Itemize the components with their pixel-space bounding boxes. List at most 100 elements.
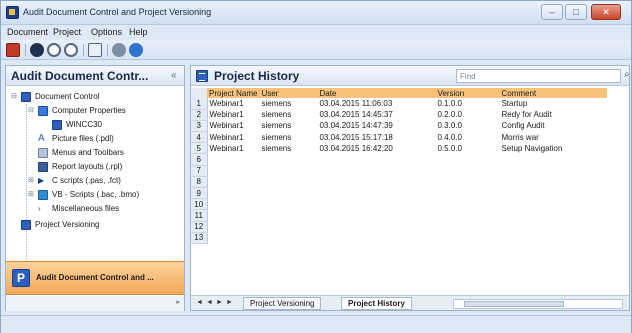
table-row[interactable]: 2 Webinar1 siemens 03.04.2015 14:45:37 0…: [191, 109, 607, 121]
empty-cell[interactable]: [207, 199, 607, 210]
table-row[interactable]: 12: [191, 221, 607, 233]
table-row[interactable]: 3 Webinar1 siemens 03.04.2015 14:47:39 0…: [191, 120, 607, 133]
row-number[interactable]: 2: [191, 109, 208, 121]
close-button[interactable]: ✕: [591, 4, 621, 20]
collapse-panel-icon[interactable]: «: [171, 70, 177, 81]
cell-project-name[interactable]: Webinar1: [207, 98, 259, 109]
row-number[interactable]: 1: [191, 98, 208, 110]
menu-options[interactable]: Options: [91, 27, 122, 37]
cell-user[interactable]: siemens: [259, 109, 317, 120]
cell-version[interactable]: 0.1.0.0: [435, 98, 499, 109]
column-header[interactable]: Project Name: [207, 88, 260, 98]
cell-date[interactable]: 03.04.2015 14:45:37: [317, 109, 435, 120]
cell-version[interactable]: 0.3.0.0: [435, 120, 499, 131]
cell-user[interactable]: siemens: [259, 98, 317, 109]
table-row[interactable]: 4 Webinar1 siemens 03.04.2015 15:17:18 0…: [191, 131, 607, 144]
first-sheet-arrow[interactable]: ◄: [196, 299, 203, 306]
table-row[interactable]: 11: [191, 209, 607, 222]
menu-project[interactable]: Project: [53, 27, 81, 37]
cell-comment[interactable]: Config Audit: [499, 120, 607, 131]
row-number[interactable]: 3: [191, 120, 208, 133]
cell-date[interactable]: 03.04.2015 11:06:03: [317, 98, 435, 109]
row-number[interactable]: 11: [191, 209, 208, 222]
table-row[interactable]: 10: [191, 198, 607, 211]
empty-cell[interactable]: [207, 154, 607, 165]
scrollbar-thumb[interactable]: [464, 301, 564, 307]
cell-date[interactable]: 03.04.2015 15:17:18: [317, 132, 435, 143]
cell-user[interactable]: siemens: [259, 120, 317, 131]
save-icon[interactable]: [6, 43, 20, 57]
column-header[interactable]: Comment: [499, 88, 608, 98]
grid-icon[interactable]: [88, 43, 102, 57]
tab-project-versioning[interactable]: Project Versioning: [243, 297, 322, 310]
navigation-scrollbar[interactable]: ▸: [6, 296, 184, 311]
menu-document[interactable]: Document: [7, 27, 48, 37]
expand-icon[interactable]: ⊞: [28, 190, 34, 198]
column-header[interactable]: Version: [435, 88, 500, 98]
cell-version[interactable]: 0.4.0.0: [435, 132, 499, 143]
navigation-group-audit[interactable]: P Audit Document Control and ...: [6, 261, 184, 295]
chevron-right-icon[interactable]: ▸: [176, 298, 180, 306]
search-icon[interactable]: ⌕: [624, 69, 629, 80]
row-number[interactable]: 8: [191, 176, 208, 189]
row-number[interactable]: 7: [191, 165, 208, 177]
cell-project-name[interactable]: Webinar1: [207, 143, 259, 154]
table-row[interactable]: 1 Webinar1 siemens 03.04.2015 11:06:03 0…: [191, 98, 607, 110]
empty-cell[interactable]: [207, 165, 607, 176]
cell-comment[interactable]: Startup: [499, 98, 607, 109]
table-row[interactable]: 6: [191, 153, 607, 166]
horizontal-scrollbar[interactable]: [453, 299, 623, 309]
prev-sheet-arrow[interactable]: ◄: [206, 299, 213, 306]
empty-cell[interactable]: [207, 188, 607, 199]
info-icon[interactable]: [129, 43, 143, 57]
cell-comment[interactable]: Morris war: [499, 132, 607, 143]
audit-icon[interactable]: [30, 43, 44, 57]
cell-project-name[interactable]: Webinar1: [207, 132, 259, 143]
column-header[interactable]: Date: [317, 88, 436, 98]
row-number[interactable]: 9: [191, 187, 208, 200]
last-sheet-arrow[interactable]: ►: [226, 299, 233, 306]
sheet-tab-bar: ◄ ◄ ► ► Project Versioning Project Histo…: [191, 295, 629, 310]
cell-project-name[interactable]: Webinar1: [207, 120, 259, 131]
cell-comment[interactable]: Setup Navigation: [499, 143, 607, 154]
column-header[interactable]: User: [259, 88, 318, 98]
maximize-button[interactable]: □: [565, 4, 587, 20]
stop-icon[interactable]: [64, 43, 78, 57]
cell-version[interactable]: 0.2.0.0: [435, 109, 499, 120]
row-number[interactable]: 6: [191, 153, 208, 166]
table-row[interactable]: 7: [191, 165, 607, 177]
row-number[interactable]: 4: [191, 131, 208, 144]
cell-user[interactable]: siemens: [259, 143, 317, 154]
navigation-header: Audit Document Contr... «: [6, 66, 184, 86]
app-window: Audit Document Control and Project Versi…: [0, 0, 632, 333]
empty-cell[interactable]: [207, 221, 607, 232]
cell-user[interactable]: siemens: [259, 132, 317, 143]
cell-version[interactable]: 0.5.0.0: [435, 143, 499, 154]
tab-project-history[interactable]: Project History: [341, 297, 412, 310]
next-sheet-arrow[interactable]: ►: [216, 299, 223, 306]
table-row[interactable]: 9: [191, 187, 607, 200]
row-number[interactable]: 5: [191, 142, 208, 155]
minimize-button[interactable]: –: [541, 4, 563, 20]
empty-cell[interactable]: [207, 232, 607, 243]
menu-help[interactable]: Help: [129, 27, 148, 37]
row-number[interactable]: 12: [191, 221, 208, 233]
table-row[interactable]: 13: [191, 232, 607, 244]
find-input[interactable]: [456, 69, 621, 83]
settings-icon[interactable]: [112, 43, 126, 57]
record-icon[interactable]: [47, 43, 61, 57]
cell-comment[interactable]: Redy for Audit: [499, 109, 607, 120]
cell-project-name[interactable]: Webinar1: [207, 109, 259, 120]
collapse-icon[interactable]: ⊟: [11, 92, 17, 100]
cell-date[interactable]: 03.04.2015 14:47:39: [317, 120, 435, 131]
title-bar[interactable]: Audit Document Control and Project Versi…: [1, 1, 631, 25]
cell-date[interactable]: 03.04.2015 16:42:20: [317, 143, 435, 154]
table-row[interactable]: 5 Webinar1 siemens 03.04.2015 16:42:20 0…: [191, 142, 607, 155]
collapse-icon[interactable]: ⊟: [28, 106, 34, 114]
row-number[interactable]: 10: [191, 198, 208, 211]
empty-cell[interactable]: [207, 210, 607, 221]
expand-icon[interactable]: ⊞: [28, 176, 34, 184]
empty-cell[interactable]: [207, 176, 607, 187]
table-row[interactable]: 8: [191, 176, 607, 189]
row-number[interactable]: 13: [191, 232, 208, 244]
